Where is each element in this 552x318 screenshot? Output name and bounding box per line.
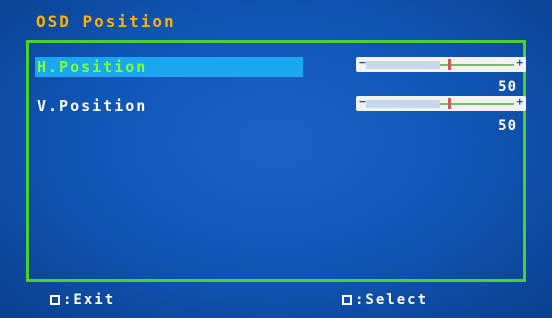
slider-fill	[366, 100, 440, 108]
h-position-value: 50	[498, 79, 517, 95]
slider-knob[interactable]	[448, 98, 451, 109]
select-hint: :Select	[342, 292, 428, 308]
exit-hint-label: :Exit	[63, 292, 116, 308]
select-key-icon	[342, 295, 352, 305]
osd-title: OSD Position	[36, 12, 176, 31]
v-position-value: 50	[498, 118, 517, 134]
slider-knob[interactable]	[448, 59, 451, 70]
minus-icon: −	[359, 95, 366, 108]
h-position-item[interactable]: H.Position	[35, 57, 303, 77]
select-hint-label: :Select	[355, 292, 429, 308]
plus-icon: +	[516, 95, 523, 108]
osd-screen: OSD Position H.Position − + 50 V.Positio…	[0, 0, 552, 318]
h-position-slider[interactable]: − +	[356, 56, 526, 72]
plus-icon: +	[516, 56, 523, 69]
v-position-item[interactable]: V.Position	[35, 96, 303, 116]
slider-fill	[366, 61, 440, 69]
v-position-slider[interactable]: − +	[356, 95, 526, 111]
osd-panel: H.Position − + 50 V.Position − + 50	[26, 40, 526, 282]
minus-icon: −	[359, 56, 366, 69]
exit-hint: :Exit	[50, 292, 115, 308]
exit-key-icon	[50, 295, 60, 305]
